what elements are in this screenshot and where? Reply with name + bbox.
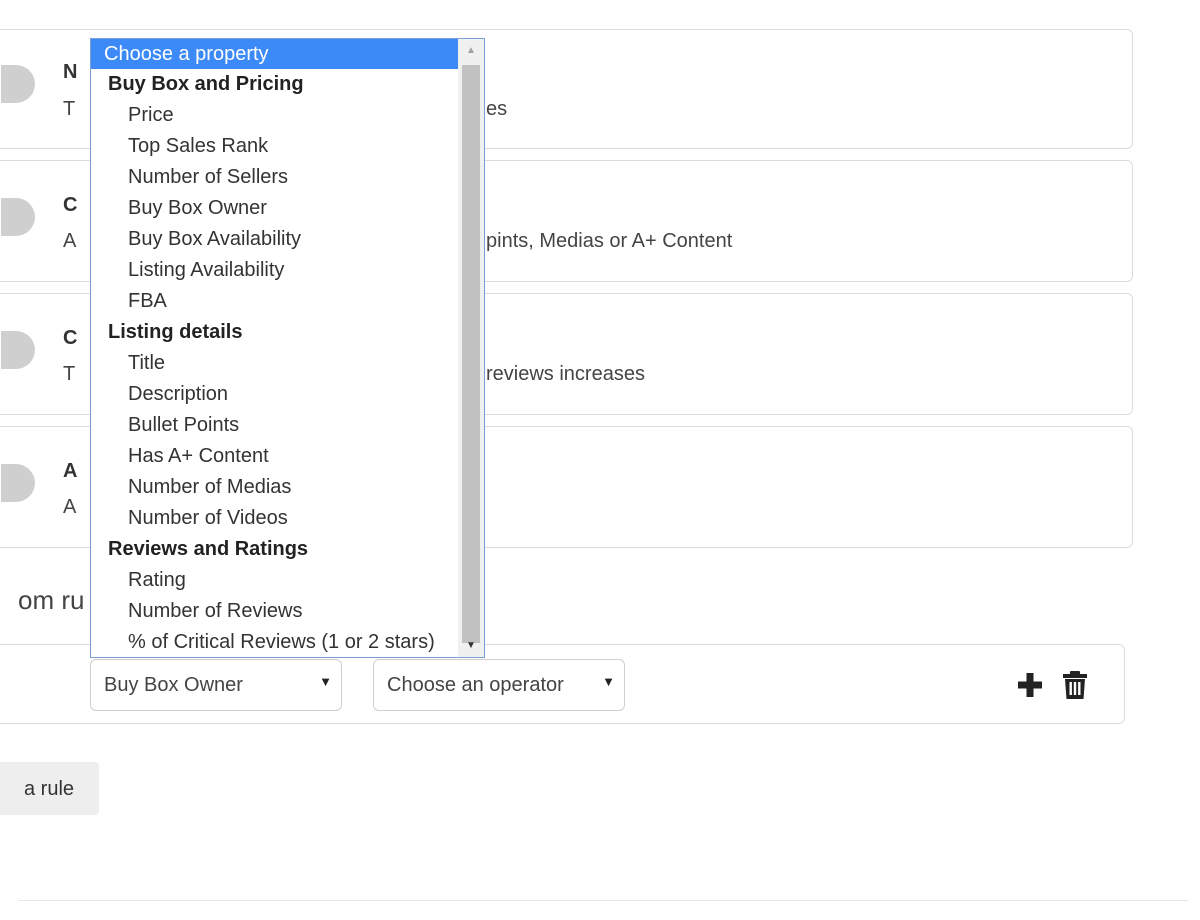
card-description: A xyxy=(63,496,77,518)
dropdown-option[interactable]: Bullet Points xyxy=(91,410,459,441)
card-description: T xyxy=(63,98,76,120)
dropdown-option[interactable]: Has A+ Content xyxy=(91,441,459,472)
dropdown-options: Choose a property Buy Box and Pricing Pr… xyxy=(91,39,459,657)
toggle-switch[interactable] xyxy=(1,331,35,369)
operator-select[interactable]: Choose an operator ▼ xyxy=(373,659,625,711)
card-description-tail: reviews increases xyxy=(486,363,645,385)
dropdown-option[interactable]: Top Sales Rank xyxy=(91,131,459,162)
card-description: A xyxy=(63,230,77,252)
optgroup-label: Buy Box and Pricing xyxy=(108,73,304,95)
toggle-switch[interactable] xyxy=(1,65,35,103)
optgroup-label: Listing details xyxy=(108,321,243,343)
property-select[interactable]: Buy Box Owner ▼ xyxy=(90,659,342,711)
trash-icon[interactable] xyxy=(1062,670,1088,700)
dropdown-option[interactable]: FBA xyxy=(91,286,459,317)
divider xyxy=(18,900,1188,901)
add-rule-button[interactable]: a rule xyxy=(0,762,99,815)
card-description: T xyxy=(63,363,76,385)
card-title: C xyxy=(63,194,78,216)
dropdown-option[interactable]: Rating xyxy=(91,565,459,596)
section-title: om ru xyxy=(18,585,85,615)
scroll-down-icon[interactable]: ▼ xyxy=(466,640,476,651)
chevron-down-icon: ▼ xyxy=(319,674,332,689)
dropdown-option[interactable]: Number of Medias xyxy=(91,472,459,503)
dropdown-option[interactable]: % of Critical Reviews (1 or 2 stars) xyxy=(91,627,459,657)
card-title: C xyxy=(63,327,78,349)
card-description-tail: pints, Medias or A+ Content xyxy=(486,230,733,252)
dropdown-option[interactable]: Description xyxy=(91,379,459,410)
dropdown-option[interactable]: Buy Box Owner xyxy=(91,193,459,224)
dropdown-option[interactable]: Listing Availability xyxy=(91,255,459,286)
optgroup-label: Reviews and Ratings xyxy=(108,538,309,560)
add-rule-label: a rule xyxy=(24,778,75,800)
plus-icon[interactable] xyxy=(1017,672,1043,698)
scroll-up-icon[interactable]: ▲ xyxy=(466,45,476,56)
property-dropdown-list[interactable]: Choose a property Buy Box and Pricing Pr… xyxy=(90,38,485,658)
toggle-switch[interactable] xyxy=(1,198,35,236)
property-select-value: Buy Box Owner xyxy=(104,674,243,696)
dropdown-option[interactable]: Number of Videos xyxy=(91,503,459,534)
card-description-tail: es xyxy=(486,98,508,120)
dropdown-scrollbar[interactable]: ▲ ▼ xyxy=(458,39,484,657)
dropdown-option[interactable]: Title xyxy=(91,348,459,379)
chevron-down-icon: ▼ xyxy=(602,674,615,689)
dropdown-option[interactable]: Price xyxy=(91,100,459,131)
dropdown-option[interactable]: Number of Reviews xyxy=(91,596,459,627)
card-title: N xyxy=(63,61,78,83)
operator-select-placeholder: Choose an operator xyxy=(387,674,564,696)
scrollbar-thumb[interactable] xyxy=(462,65,480,643)
dropdown-option[interactable]: Number of Sellers xyxy=(91,162,459,193)
toggle-switch[interactable] xyxy=(1,464,35,502)
dropdown-option-placeholder[interactable]: Choose a property xyxy=(91,39,459,69)
card-title: A xyxy=(63,460,78,482)
dropdown-option[interactable]: Buy Box Availability xyxy=(91,224,459,255)
